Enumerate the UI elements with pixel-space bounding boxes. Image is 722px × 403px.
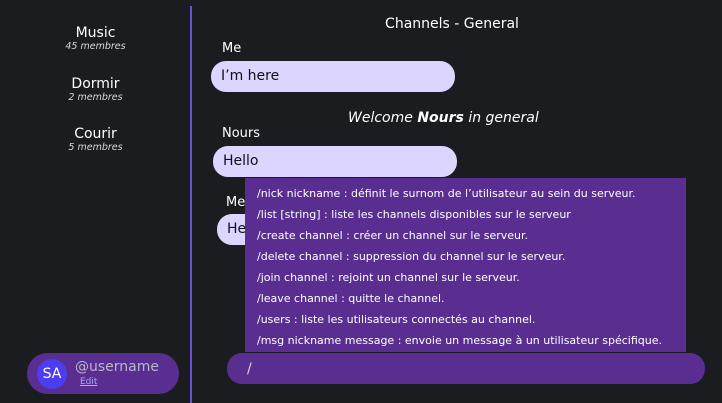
channel-sidebar: Music 45 membres Dormir 2 membres Courir… bbox=[0, 0, 191, 403]
command-suggestion-item[interactable]: /create channel : créer un channel sur l… bbox=[257, 229, 528, 242]
welcome-prefix: Welcome bbox=[348, 110, 413, 126]
channel-member-count: 5 membres bbox=[68, 142, 123, 153]
command-suggestion-item[interactable]: /users : liste les utilisateurs connecté… bbox=[257, 313, 535, 326]
message-sender: Me bbox=[222, 41, 242, 56]
user-profile-card: SA @username Edit bbox=[27, 353, 179, 394]
channel-name: Courir bbox=[74, 126, 117, 142]
command-suggestion-item[interactable]: /nick nickname : définit le surnom de l’… bbox=[257, 187, 636, 200]
edit-profile-link[interactable]: Edit bbox=[80, 377, 97, 387]
command-suggestions-popup: /nick nickname : définit le surnom de l’… bbox=[245, 178, 686, 352]
username-label: @username bbox=[75, 359, 159, 375]
command-suggestion-item[interactable]: /list [string] : liste les channels disp… bbox=[257, 208, 571, 221]
message-bubble: I’m here bbox=[211, 61, 455, 92]
chat-app: Music 45 membres Dormir 2 membres Courir… bbox=[0, 0, 722, 403]
message-input-bar bbox=[227, 353, 705, 384]
command-suggestion-item[interactable]: /join channel : rejoint un channel sur l… bbox=[257, 271, 520, 284]
welcome-username: Nours bbox=[417, 110, 464, 126]
channel-member-count: 45 membres bbox=[65, 41, 126, 52]
command-suggestion-item[interactable]: /leave channel : quitte le channel. bbox=[257, 292, 445, 305]
message-input[interactable] bbox=[245, 358, 689, 380]
message-sender: Nours bbox=[222, 126, 261, 141]
avatar[interactable]: SA bbox=[37, 359, 67, 389]
sidebar-item-courir[interactable]: Courir 5 membres bbox=[0, 126, 191, 154]
channel-name: Music bbox=[75, 25, 116, 41]
message-sender: Me bbox=[226, 195, 246, 210]
sidebar-item-music[interactable]: Music 45 membres bbox=[0, 25, 191, 53]
channel-name: Dormir bbox=[71, 76, 120, 92]
command-suggestion-item[interactable]: /delete channel : suppression du channel… bbox=[257, 250, 565, 263]
channel-member-count: 2 membres bbox=[68, 92, 123, 103]
sidebar-item-dormir[interactable]: Dormir 2 membres bbox=[0, 76, 191, 104]
welcome-suffix: in general bbox=[468, 110, 539, 126]
message-bubble: Hello bbox=[213, 146, 457, 177]
welcome-message: Welcome Nours in general bbox=[348, 110, 539, 126]
command-suggestion-item[interactable]: /msg nickname message : envoie un messag… bbox=[257, 334, 662, 347]
page-title: Channels - General bbox=[385, 16, 519, 32]
